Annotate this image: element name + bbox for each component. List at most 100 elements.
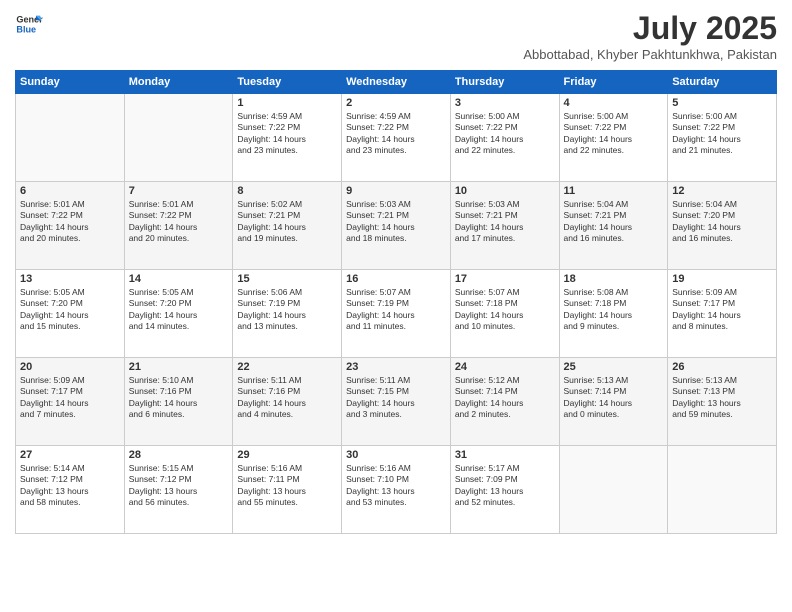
cell-info: Sunrise: 5:10 AM Sunset: 7:16 PM Dayligh… <box>129 375 229 421</box>
calendar-cell: 16Sunrise: 5:07 AM Sunset: 7:19 PM Dayli… <box>342 270 451 358</box>
cell-info: Sunrise: 5:02 AM Sunset: 7:21 PM Dayligh… <box>237 199 337 245</box>
day-number: 26 <box>672 361 772 373</box>
calendar-cell: 13Sunrise: 5:05 AM Sunset: 7:20 PM Dayli… <box>16 270 125 358</box>
day-number: 31 <box>455 449 555 461</box>
calendar-cell: 31 Sunrise: 5:17 AM Sunset: 7:09 PM Dayli… <box>450 446 559 534</box>
day-number: 13 <box>20 273 120 285</box>
cell-info: Sunrise: 5:03 AM Sunset: 7:21 PM Dayligh… <box>455 199 555 245</box>
calendar-cell: 27 Sunrise: 5:14 AM Sunset: 7:12 PM Dayli… <box>16 446 125 534</box>
calendar-table: SundayMondayTuesdayWednesdayThursdayFrid… <box>15 70 777 534</box>
cell-info: Sunrise: 5:01 AM Sunset: 7:22 PM Dayligh… <box>20 199 120 245</box>
header-day-sunday: Sunday <box>16 71 125 94</box>
cell-info: Sunrise: 4:59 AM Sunset: 7:22 PM Dayligh… <box>346 111 446 157</box>
day-number: 24 <box>455 361 555 373</box>
day-number: 17 <box>455 273 555 285</box>
calendar-cell: 29 Sunrise: 5:16 AM Sunset: 7:11 PM Dayli… <box>233 446 342 534</box>
cell-info: Sunrise: 5:14 AM Sunset: 7:12 PM Dayligh… <box>20 463 120 509</box>
day-number: 12 <box>672 185 772 197</box>
cell-info: Sunrise: 5:07 AM Sunset: 7:18 PM Dayligh… <box>455 287 555 333</box>
calendar-cell: 2 Sunrise: 4:59 AM Sunset: 7:22 PM Daylig… <box>342 94 451 182</box>
cell-info: Sunrise: 5:08 AM Sunset: 7:18 PM Dayligh… <box>564 287 664 333</box>
cell-info: Sunrise: 5:13 AM Sunset: 7:14 PM Dayligh… <box>564 375 664 421</box>
day-number: 18 <box>564 273 664 285</box>
day-number: 3 <box>455 97 555 109</box>
header-day-tuesday: Tuesday <box>233 71 342 94</box>
calendar-cell: 21 Sunrise: 5:10 AM Sunset: 7:16 PM Dayli… <box>124 358 233 446</box>
calendar-cell <box>16 94 125 182</box>
cell-info: Sunrise: 5:00 AM Sunset: 7:22 PM Dayligh… <box>672 111 772 157</box>
calendar-cell: 1Sunrise: 4:59 AM Sunset: 7:22 PM Daylig… <box>233 94 342 182</box>
calendar-cell: 12Sunrise: 5:04 AM Sunset: 7:20 PM Dayli… <box>668 182 777 270</box>
month-title: July 2025 <box>523 10 777 47</box>
cell-info: Sunrise: 5:16 AM Sunset: 7:10 PM Dayligh… <box>346 463 446 509</box>
calendar-cell: 10 Sunrise: 5:03 AM Sunset: 7:21 PM Dayli… <box>450 182 559 270</box>
cell-info: Sunrise: 5:11 AM Sunset: 7:15 PM Dayligh… <box>346 375 446 421</box>
calendar-cell: 9 Sunrise: 5:03 AM Sunset: 7:21 PM Daylig… <box>342 182 451 270</box>
cell-info: Sunrise: 5:15 AM Sunset: 7:12 PM Dayligh… <box>129 463 229 509</box>
calendar-cell: 22Sunrise: 5:11 AM Sunset: 7:16 PM Dayli… <box>233 358 342 446</box>
calendar-cell: 20 Sunrise: 5:09 AM Sunset: 7:17 PM Dayli… <box>16 358 125 446</box>
header-day-thursday: Thursday <box>450 71 559 94</box>
header: General Blue July 2025 Abbottabad, Khybe… <box>15 10 777 62</box>
week-row-5: 27 Sunrise: 5:14 AM Sunset: 7:12 PM Dayli… <box>16 446 777 534</box>
day-number: 7 <box>129 185 229 197</box>
logo-icon: General Blue <box>15 10 43 38</box>
day-number: 11 <box>564 185 664 197</box>
week-row-3: 13 Sunrise: 5:05 AM Sunset: 7:20 PM Dayli… <box>16 270 777 358</box>
calendar-cell: 23 Sunrise: 5:11 AM Sunset: 7:15 PM Dayli… <box>342 358 451 446</box>
week-row-2: 6 Sunrise: 5:01 AM Sunset: 7:22 PM Daylig… <box>16 182 777 270</box>
header-day-saturday: Saturday <box>668 71 777 94</box>
calendar-cell: 14 Sunrise: 5:05 AM Sunset: 7:20 PM Dayli… <box>124 270 233 358</box>
day-number: 23 <box>346 361 446 373</box>
cell-info: Sunrise: 5:01 AM Sunset: 7:22 PM Dayligh… <box>129 199 229 245</box>
week-row-1: 1 Sunrise: 4:59 AM Sunset: 7:22 PM Daylig… <box>16 94 777 182</box>
day-number: 16 <box>346 273 446 285</box>
day-number: 2 <box>346 97 446 109</box>
calendar-cell: 6 Sunrise: 5:01 AM Sunset: 7:22 PM Daylig… <box>16 182 125 270</box>
day-number: 27 <box>20 449 120 461</box>
cell-info: Sunrise: 5:13 AM Sunset: 7:13 PM Dayligh… <box>672 375 772 421</box>
calendar-cell: 24Sunrise: 5:12 AM Sunset: 7:14 PM Dayli… <box>450 358 559 446</box>
page: General Blue July 2025 Abbottabad, Khybe… <box>0 0 792 612</box>
day-number: 6 <box>20 185 120 197</box>
cell-info: Sunrise: 5:05 AM Sunset: 7:20 PM Dayligh… <box>129 287 229 333</box>
day-number: 29 <box>237 449 337 461</box>
calendar-cell: 5Sunrise: 5:00 AM Sunset: 7:22 PM Daylig… <box>668 94 777 182</box>
cell-info: Sunrise: 5:11 AM Sunset: 7:16 PM Dayligh… <box>237 375 337 421</box>
header-day-monday: Monday <box>124 71 233 94</box>
cell-info: Sunrise: 5:16 AM Sunset: 7:11 PM Dayligh… <box>237 463 337 509</box>
cell-info: Sunrise: 5:00 AM Sunset: 7:22 PM Dayligh… <box>564 111 664 157</box>
day-number: 4 <box>564 97 664 109</box>
day-number: 30 <box>346 449 446 461</box>
day-number: 14 <box>129 273 229 285</box>
cell-info: Sunrise: 5:17 AM Sunset: 7:09 PM Dayligh… <box>455 463 555 509</box>
cell-info: Sunrise: 5:00 AM Sunset: 7:22 PM Dayligh… <box>455 111 555 157</box>
day-number: 15 <box>237 273 337 285</box>
day-number: 19 <box>672 273 772 285</box>
day-number: 20 <box>20 361 120 373</box>
calendar-cell: 17 Sunrise: 5:07 AM Sunset: 7:18 PM Dayli… <box>450 270 559 358</box>
calendar-cell: 7 Sunrise: 5:01 AM Sunset: 7:22 PM Daylig… <box>124 182 233 270</box>
calendar-cell: 30 Sunrise: 5:16 AM Sunset: 7:10 PM Dayli… <box>342 446 451 534</box>
day-number: 25 <box>564 361 664 373</box>
cell-info: Sunrise: 5:09 AM Sunset: 7:17 PM Dayligh… <box>672 287 772 333</box>
header-row: SundayMondayTuesdayWednesdayThursdayFrid… <box>16 71 777 94</box>
day-number: 1 <box>237 97 337 109</box>
day-number: 9 <box>346 185 446 197</box>
cell-info: Sunrise: 5:04 AM Sunset: 7:21 PM Dayligh… <box>564 199 664 245</box>
calendar-cell <box>559 446 668 534</box>
calendar-cell: 19 Sunrise: 5:09 AM Sunset: 7:17 PM Dayli… <box>668 270 777 358</box>
day-number: 8 <box>237 185 337 197</box>
calendar-cell <box>668 446 777 534</box>
day-number: 10 <box>455 185 555 197</box>
calendar-cell: 26 Sunrise: 5:13 AM Sunset: 7:13 PM Dayli… <box>668 358 777 446</box>
week-row-4: 20 Sunrise: 5:09 AM Sunset: 7:17 PM Dayli… <box>16 358 777 446</box>
cell-info: Sunrise: 5:03 AM Sunset: 7:21 PM Dayligh… <box>346 199 446 245</box>
calendar-cell: 15 Sunrise: 5:06 AM Sunset: 7:19 PM Dayli… <box>233 270 342 358</box>
day-number: 21 <box>129 361 229 373</box>
cell-info: Sunrise: 5:09 AM Sunset: 7:17 PM Dayligh… <box>20 375 120 421</box>
calendar-cell: 25 Sunrise: 5:13 AM Sunset: 7:14 PM Dayli… <box>559 358 668 446</box>
cell-info: Sunrise: 5:06 AM Sunset: 7:19 PM Dayligh… <box>237 287 337 333</box>
calendar-cell: 4 Sunrise: 5:00 AM Sunset: 7:22 PM Daylig… <box>559 94 668 182</box>
calendar-cell: 18 Sunrise: 5:08 AM Sunset: 7:18 PM Dayli… <box>559 270 668 358</box>
